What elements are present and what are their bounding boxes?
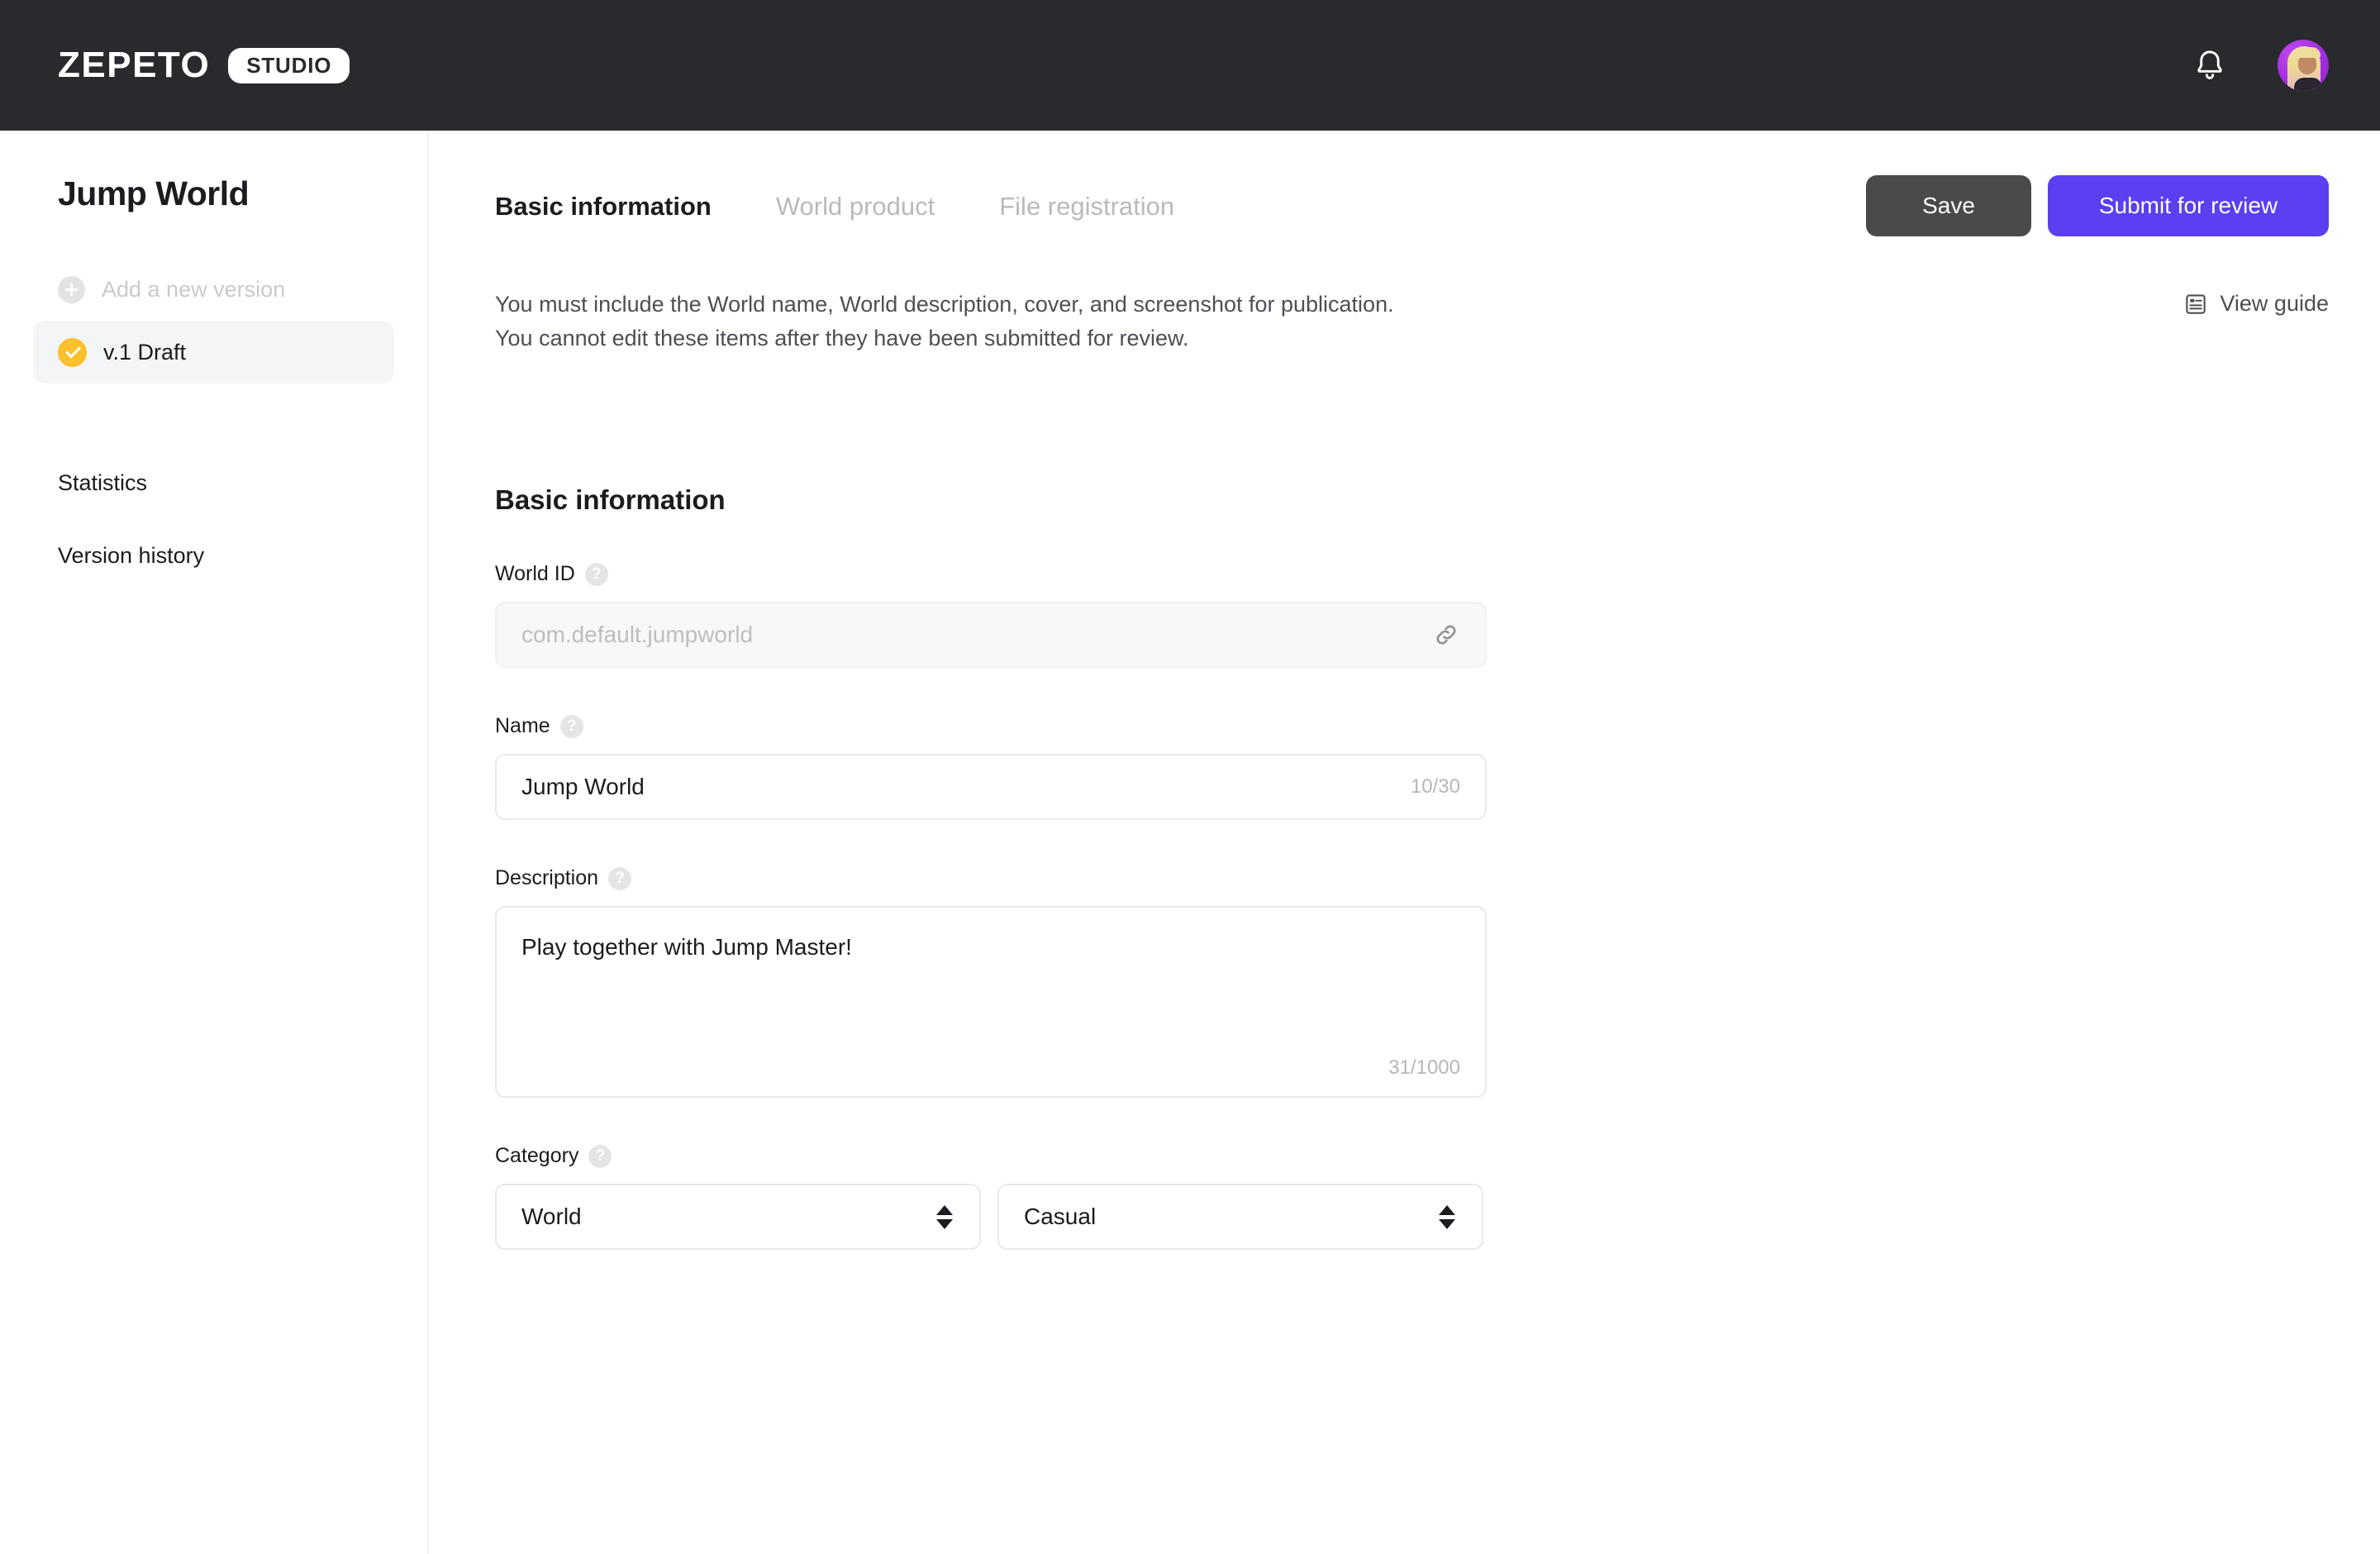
avatar-body (2294, 78, 2322, 91)
sidebar-item-version-history[interactable]: Version history (58, 519, 369, 592)
view-guide-label: View guide (2220, 291, 2329, 316)
name-label: Name (495, 714, 550, 738)
field-category: Category ? World Casual (495, 1144, 2380, 1251)
user-avatar[interactable] (2278, 40, 2329, 91)
sidebar-statistics-label: Statistics (58, 470, 148, 495)
world-id-input[interactable]: com.default.jumpworld (495, 602, 1487, 669)
description-char-counter: 31/1000 (1388, 1056, 1460, 1080)
notice-line-2: You cannot edit these items after they h… (495, 326, 1189, 351)
top-bar-right (2185, 40, 2329, 91)
sidebar-item-v1-draft[interactable]: v.1 Draft (33, 321, 394, 384)
field-name: Name ? Jump World 10/30 (495, 714, 2380, 821)
world-id-placeholder: com.default.jumpworld (521, 622, 754, 648)
name-input[interactable]: Jump World 10/30 (495, 754, 1487, 821)
chevron-up-icon (936, 1204, 953, 1215)
avatar-bangs (2296, 47, 2320, 58)
description-label: Description (495, 866, 599, 890)
sidebar-links: Statistics Version history (0, 446, 427, 592)
sidebar-add-new-version[interactable]: Add a new version (33, 258, 394, 321)
category-secondary-select[interactable]: Casual (997, 1184, 1483, 1251)
world-id-help-icon[interactable]: ? (584, 562, 608, 586)
chevron-up-icon-2 (1439, 1204, 1455, 1215)
category-label-row: Category ? (495, 1144, 2380, 1168)
field-description: Description ? Play together with Jump Ma… (495, 866, 2380, 1099)
field-world-id: World ID ? com.default.jumpworld (495, 562, 2380, 669)
tab-bar: Basic information World product File reg… (495, 193, 1174, 219)
name-input-value: Jump World (521, 774, 645, 800)
sidebar-version-history-label: Version history (58, 542, 205, 568)
spinner-arrows-icon-2 (1439, 1204, 1455, 1229)
spinner-arrows-icon (936, 1204, 953, 1229)
document-icon (2186, 293, 2206, 314)
sidebar: Jump World Add a new version v.1 Draft S… (0, 131, 429, 1554)
top-bar: ZEPETO STUDIO (0, 0, 2380, 131)
world-id-label: World ID (495, 562, 575, 586)
chevron-down-icon (936, 1218, 953, 1229)
submit-for-review-button[interactable]: Submit for review (2048, 175, 2329, 236)
sidebar-world-title: Jump World (58, 174, 250, 212)
copy-link-button[interactable] (1430, 619, 1462, 651)
description-label-row: Description ? (495, 866, 2380, 890)
tab-basic-information[interactable]: Basic information (495, 193, 712, 219)
sidebar-version-list: Add a new version v.1 Draft (0, 258, 427, 384)
bell-icon (2197, 50, 2222, 79)
link-icon (1436, 625, 1456, 645)
brand-logo[interactable]: ZEPETO STUDIO (58, 45, 350, 86)
description-value: Play together with Jump Master! (521, 934, 852, 961)
notice-row: You must include the World name, World d… (431, 246, 2380, 355)
main-header: Basic information World product File reg… (431, 131, 2380, 246)
section-title-basic-information: Basic information (495, 484, 726, 516)
description-textarea[interactable]: Play together with Jump Master! 31/1000 (495, 906, 1487, 1099)
category-primary-value: World (521, 1204, 582, 1230)
save-button[interactable]: Save (1866, 175, 2031, 236)
brand-wordmark: ZEPETO (58, 45, 211, 85)
plus-circle-icon (58, 275, 85, 303)
main-content: Basic information World product File reg… (431, 131, 2380, 1554)
description-help-icon[interactable]: ? (608, 866, 632, 890)
name-char-counter: 10/30 (1410, 775, 1460, 798)
world-id-label-row: World ID ? (495, 562, 2380, 586)
name-label-row: Name ? (495, 714, 2380, 738)
category-secondary-value: Casual (1024, 1204, 1097, 1230)
add-new-version-label: Add a new version (102, 276, 286, 302)
header-actions: Save Submit for review (1866, 175, 2329, 236)
basic-information-form: World ID ? com.default.jumpworld Name ? (431, 562, 2380, 1251)
notice-line-1: You must include the World name, World d… (495, 292, 1394, 317)
chevron-down-icon-2 (1439, 1218, 1455, 1229)
view-guide-link[interactable]: View guide (2183, 288, 2329, 317)
category-help-icon[interactable]: ? (588, 1144, 612, 1168)
tab-world-product[interactable]: World product (776, 193, 935, 219)
category-label: Category (495, 1144, 579, 1168)
check-circle-icon (58, 337, 87, 367)
notification-bell-button[interactable] (2185, 41, 2235, 90)
publication-notice: You must include the World name, World d… (495, 288, 1394, 355)
category-primary-select[interactable]: World (495, 1184, 981, 1251)
tab-file-registration[interactable]: File registration (999, 193, 1174, 219)
sidebar-item-statistics[interactable]: Statistics (58, 446, 369, 519)
sidebar-version-label: v.1 Draft (103, 339, 187, 365)
category-selects: World Casual (495, 1184, 2380, 1251)
name-help-icon[interactable]: ? (559, 714, 583, 738)
brand-studio-badge: STUDIO (228, 47, 350, 83)
